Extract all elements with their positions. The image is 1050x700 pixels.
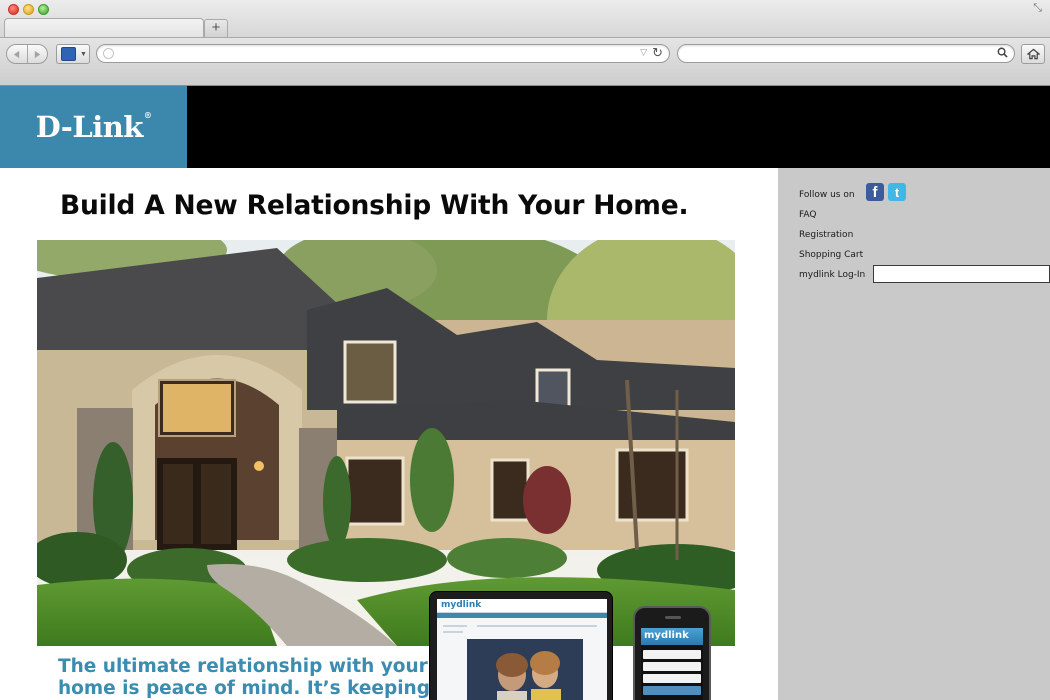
globe-icon: [103, 48, 114, 59]
logo-text: D-Link®: [35, 110, 152, 144]
home-icon: [1026, 48, 1040, 60]
main-content: Build A New Relationship With Your Home.: [0, 168, 778, 700]
tagline-line-2: home is peace of mind. It’s keeping: [58, 677, 430, 699]
forward-button[interactable]: [26, 45, 48, 63]
new-tab-button[interactable]: +: [204, 19, 228, 37]
browser-toolbar: ▼ ▽ ↻: [0, 37, 1050, 86]
minimize-window-button[interactable]: [23, 4, 34, 15]
fullscreen-icon[interactable]: ⤡: [1033, 2, 1042, 15]
tablet-app-header: mydlink: [437, 599, 607, 613]
phone-app-header: mydlink: [641, 628, 703, 645]
tagline: The ultimate relationship with your home…: [58, 656, 438, 699]
page-headline: Build A New Relationship With Your Home.: [60, 190, 689, 221]
tablet-camera-feed: [467, 639, 583, 700]
sidebar: Follow us on f t FAQ Registration Shoppi…: [778, 168, 1050, 700]
tablet-menu-line: [443, 631, 463, 633]
history-dropdown-icon[interactable]: ▽: [640, 47, 647, 58]
house-illustration: [37, 240, 735, 646]
close-window-button[interactable]: [8, 4, 19, 15]
search-icon[interactable]: [997, 47, 1008, 58]
phone-signin-button: [643, 686, 701, 695]
twitter-icon[interactable]: t: [888, 183, 906, 201]
phone-server-field: [643, 674, 701, 683]
navigation-buttons: [6, 44, 48, 64]
browser-titlebar: ⤡ +: [0, 0, 1050, 38]
hero-house-image: [37, 240, 735, 646]
follow-us-label: Follow us on: [799, 190, 855, 200]
url-input[interactable]: [119, 46, 629, 61]
tablet-brand: mydlink: [441, 600, 482, 610]
dlink-logo[interactable]: D-Link®: [0, 86, 187, 168]
tablet-menu-line: [443, 625, 467, 627]
back-arrow-icon: [14, 50, 20, 58]
site-favicon: [61, 47, 76, 61]
mydlink-login-input[interactable]: [873, 265, 1050, 283]
phone-speaker: [665, 616, 681, 619]
zoom-window-button[interactable]: [38, 4, 49, 15]
tablet-nav-bar: [437, 613, 607, 618]
facebook-icon[interactable]: f: [866, 183, 884, 201]
mydlink-login-label: mydlink Log-In: [799, 270, 866, 280]
address-bar[interactable]: ▽ ↻: [96, 44, 670, 63]
tablet-screen: mydlink: [437, 599, 607, 700]
search-input[interactable]: [688, 46, 988, 61]
phone-brand: mydlink: [644, 630, 689, 641]
reload-icon[interactable]: ↻: [652, 45, 663, 61]
browser-tab[interactable]: [4, 18, 204, 38]
registration-link[interactable]: Registration: [799, 230, 853, 240]
search-bar[interactable]: [677, 44, 1015, 63]
site-info-button[interactable]: ▼: [56, 44, 90, 64]
phone-device-image: mydlink: [633, 606, 711, 700]
back-button[interactable]: [7, 45, 27, 63]
chevron-down-icon: ▼: [80, 50, 87, 58]
phone-account-field: [643, 650, 701, 659]
forward-arrow-icon: [34, 50, 40, 58]
shopping-cart-link[interactable]: Shopping Cart: [799, 250, 863, 260]
phone-screen: mydlink: [641, 628, 703, 700]
site-header: D-Link®: [0, 86, 1050, 168]
tablet-tab-line: [477, 625, 597, 627]
tablet-device-image: mydlink: [429, 591, 613, 700]
tagline-line-1: The ultimate relationship with your: [58, 656, 428, 677]
phone-password-field: [643, 662, 701, 671]
faq-link[interactable]: FAQ: [799, 210, 816, 220]
home-button[interactable]: [1021, 44, 1045, 64]
